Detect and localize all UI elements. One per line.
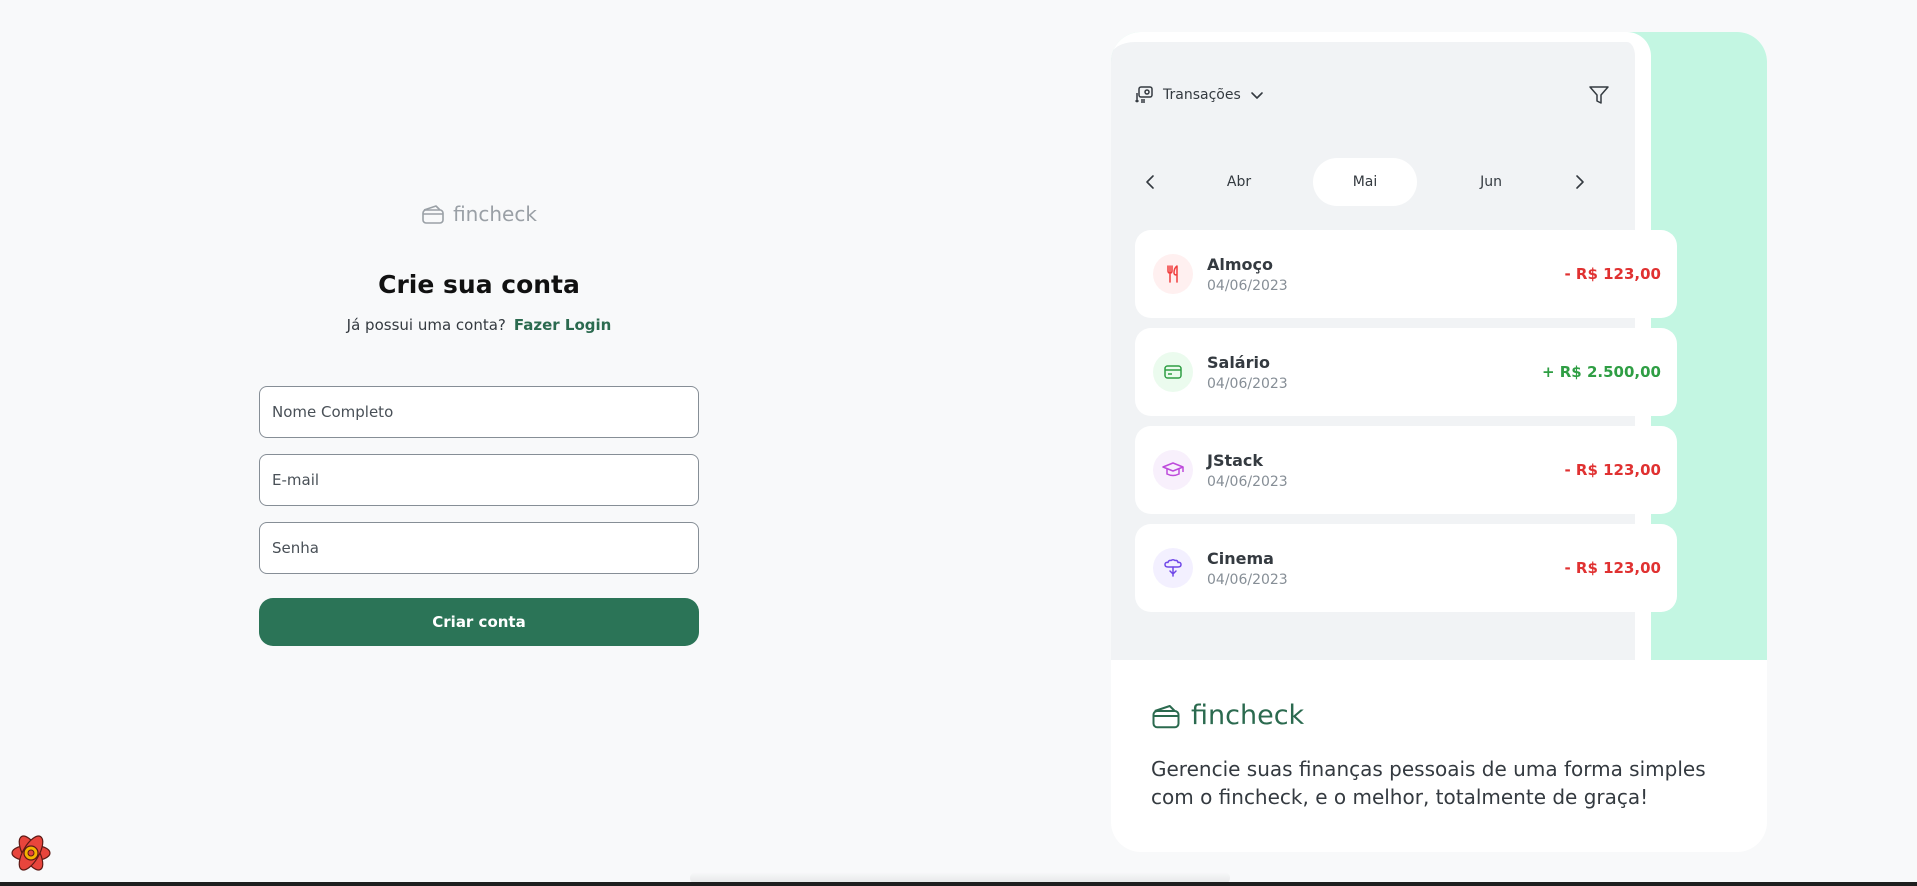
transaction-date: 04/06/2023 bbox=[1207, 277, 1288, 294]
transaction-icon-wrapper bbox=[1153, 450, 1193, 490]
transaction-name: Cinema bbox=[1207, 548, 1274, 568]
brand-logo-large: fincheck bbox=[1151, 700, 1731, 731]
wallet-icon bbox=[422, 205, 444, 224]
transaction-date: 04/06/2023 bbox=[1207, 571, 1288, 588]
transaction-card[interactable]: Salário 04/06/2023 + R$ 2.500,00 bbox=[1135, 328, 1677, 416]
email-field[interactable] bbox=[259, 454, 699, 506]
signup-panel: fincheck Crie sua conta Já possui uma co… bbox=[259, 200, 699, 646]
transactions-header: Transações bbox=[1135, 82, 1611, 108]
transactions-label: Transações bbox=[1163, 87, 1241, 103]
month-slider: Abr Mai Jun bbox=[1135, 158, 1595, 206]
card-icon bbox=[1164, 365, 1182, 379]
showcase-panel: Transações Abr Mai Jun Almoço 04/06/2023… bbox=[1111, 32, 1767, 852]
popcorn-icon bbox=[1164, 559, 1182, 577]
brand-logo: fincheck bbox=[259, 200, 699, 228]
wallet-icon bbox=[1152, 704, 1180, 728]
transaction-amount: - R$ 123,00 bbox=[1564, 559, 1661, 577]
transaction-amount: - R$ 123,00 bbox=[1564, 461, 1661, 479]
transactions-select[interactable]: Transações bbox=[1135, 85, 1265, 105]
password-field[interactable] bbox=[259, 522, 699, 574]
filter-icon bbox=[1589, 86, 1609, 104]
showcase-footer: fincheck Gerencie suas finanças pessoais… bbox=[1151, 700, 1731, 811]
transaction-date: 04/06/2023 bbox=[1207, 375, 1288, 392]
transaction-date: 04/06/2023 bbox=[1207, 473, 1288, 490]
has-account-text: Já possui uma conta? bbox=[346, 316, 506, 334]
transaction-amount: + R$ 2.500,00 bbox=[1541, 363, 1661, 381]
react-logo-icon bbox=[11, 835, 51, 871]
window-bottom-border bbox=[0, 882, 1917, 886]
transaction-name: Salário bbox=[1207, 352, 1270, 372]
transaction-icon-wrapper bbox=[1153, 352, 1193, 392]
login-prompt: Já possui uma conta? Fazer Login bbox=[259, 316, 699, 334]
graduation-cap-icon bbox=[1162, 462, 1184, 477]
transaction-card[interactable]: JStack 04/06/2023 - R$ 123,00 bbox=[1135, 426, 1677, 514]
transaction-icon-wrapper bbox=[1153, 254, 1193, 294]
transaction-name: JStack bbox=[1207, 450, 1264, 470]
tagline: Gerencie suas finanças pessoais de uma f… bbox=[1151, 757, 1706, 809]
transaction-card[interactable]: Cinema 04/06/2023 - R$ 123,00 bbox=[1135, 524, 1677, 612]
month-tab-abr[interactable]: Abr bbox=[1187, 158, 1291, 206]
login-link[interactable]: Fazer Login bbox=[514, 316, 611, 334]
brand-name-large: fincheck bbox=[1191, 700, 1305, 731]
transaction-name: Almoço bbox=[1207, 254, 1274, 274]
chevron-down-icon bbox=[1250, 92, 1263, 99]
react-devtools-button[interactable] bbox=[10, 832, 52, 874]
month-tab-mai[interactable]: Mai bbox=[1313, 158, 1417, 206]
transactions-icon bbox=[1135, 86, 1153, 103]
transaction-icon-wrapper bbox=[1153, 548, 1193, 588]
transaction-amount: - R$ 123,00 bbox=[1564, 265, 1661, 283]
filter-button[interactable] bbox=[1587, 83, 1611, 107]
create-account-button[interactable]: Criar conta bbox=[259, 598, 699, 646]
month-tab-jun[interactable]: Jun bbox=[1439, 158, 1543, 206]
fork-knife-icon bbox=[1167, 265, 1178, 283]
transaction-card[interactable]: Almoço 04/06/2023 - R$ 123,00 bbox=[1135, 230, 1677, 318]
next-month-button[interactable] bbox=[1565, 167, 1595, 197]
chevron-left-icon bbox=[1146, 175, 1154, 189]
page-title: Crie sua conta bbox=[378, 270, 580, 299]
name-field[interactable] bbox=[259, 386, 699, 438]
prev-month-button[interactable] bbox=[1135, 167, 1165, 197]
signup-form: Criar conta bbox=[259, 386, 699, 646]
transactions-list: Almoço 04/06/2023 - R$ 123,00 Salário 04… bbox=[1135, 230, 1677, 622]
chevron-right-icon bbox=[1576, 175, 1584, 189]
brand-name: fincheck bbox=[453, 202, 537, 226]
